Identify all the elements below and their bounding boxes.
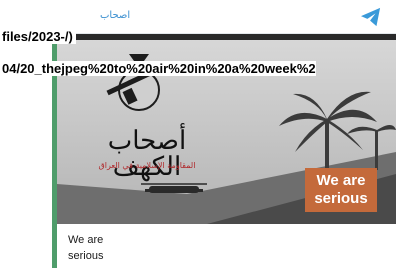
channel-header: اصحاب — [52, 0, 396, 34]
broken-image-url-line-1: files/2023-/) — [0, 29, 76, 44]
broken-image-url-line-2: 04/20_thejpeg%20to%20air%20in%20a%20week… — [0, 61, 316, 76]
message-caption: We are serious — [68, 234, 104, 262]
channel-name[interactable]: اصحاب — [100, 10, 130, 21]
emblem-title: أصحاب الكهف — [107, 126, 187, 182]
emblem-subtitle: المقاومة الإسلامية في العراق — [98, 161, 196, 170]
telegram-icon[interactable] — [360, 7, 382, 27]
slogan-badge: We are serious — [305, 168, 377, 212]
